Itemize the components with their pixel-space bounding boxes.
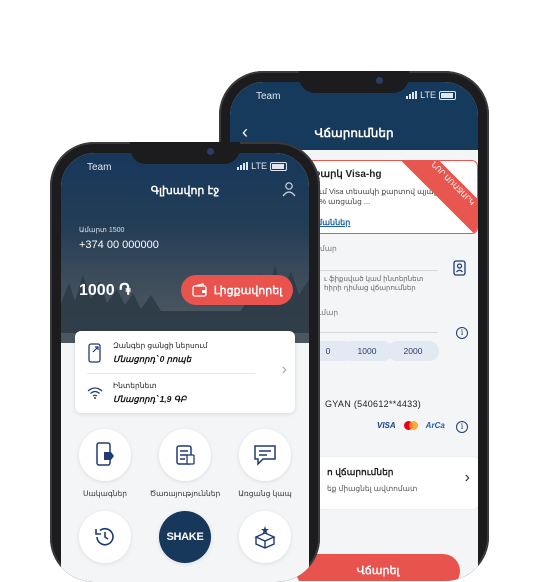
gift-box-icon <box>254 526 276 549</box>
carrier-name: Team <box>87 162 112 173</box>
phone-field-note: ւ ֆիքսված կամ ինտերնետ հիրի դիմաց վճարու… <box>324 276 424 292</box>
tile-label: Ծառայություններ <box>149 489 221 498</box>
internet-usage: Ինտերնետ Մնացորդ՝ 1,9 ԳԲ <box>87 381 186 405</box>
online-chat-tile[interactable] <box>239 429 291 481</box>
balance: 1000 ֏ <box>79 282 131 299</box>
user-profile-icon[interactable] <box>281 181 297 197</box>
shake-tile[interactable]: SHAKE <box>159 511 211 563</box>
info-icon[interactable]: i <box>456 327 468 339</box>
usage-label: Ինտերնետ <box>113 381 157 390</box>
usage-value: Մնացորդ՝ 1,9 ԳԲ <box>113 394 187 404</box>
battery-icon <box>439 90 456 100</box>
offer-title: ւշարկ Visa-hg <box>311 169 382 180</box>
phone-calls-icon <box>88 343 101 363</box>
phone-number: +374 00 000000 <box>79 239 159 251</box>
usage-value: Մնացորդ՝ 0 րոպե <box>113 354 192 364</box>
amount-field[interactable] <box>316 332 438 333</box>
phone-notch <box>299 71 409 93</box>
calls-usage: Զանգեր ցանցի ներսում Մնացորդ՝ 0 րոպե <box>87 341 208 365</box>
arca-logo: ArCa <box>425 421 445 430</box>
battery-icon <box>270 161 287 171</box>
tile-label: Սակագներ <box>82 489 128 498</box>
front-screen: Team LTE Գլխավոր էջ Ամարտ 1500 +374 00 0… <box>61 153 309 582</box>
tariffs-tile[interactable] <box>79 429 131 481</box>
phone-field[interactable] <box>316 270 438 271</box>
auto-payments-card[interactable]: ո վճարումներ եք միացնել ավտոմատ › <box>316 456 478 510</box>
amount-chip[interactable]: 2000 <box>387 341 439 361</box>
history-tile[interactable] <box>79 511 131 563</box>
services-icon <box>176 445 195 465</box>
network-type: LTE <box>420 90 436 100</box>
chevron-right-icon: › <box>281 361 287 378</box>
usage-card[interactable]: Զանգեր ցանցի ներսում Մնացորդ՝ 0 րոպե Ինտ… <box>75 331 295 413</box>
card-account[interactable]: GYAN (540612**4433) <box>325 399 421 409</box>
divider <box>87 373 255 374</box>
wifi-icon <box>87 387 103 399</box>
carrier-name: Team <box>256 91 281 102</box>
offer-terms-link[interactable]: յմաններ <box>315 218 350 227</box>
topup-label: Լիցքավորել <box>213 284 283 297</box>
amount-field-label: ւմար <box>318 308 339 317</box>
info-icon[interactable]: i <box>456 421 468 433</box>
history-icon <box>95 527 114 546</box>
offer-description: ւում Visa տեսակի քարտով պյալ 15% առցանց … <box>311 187 436 206</box>
phone-tag-icon <box>96 442 114 466</box>
signal-icon <box>237 162 249 170</box>
topup-button[interactable]: Լիցքավորել <box>181 275 293 305</box>
contacts-icon[interactable] <box>453 260 467 281</box>
chat-icon <box>254 445 276 466</box>
shake-logo: SHAKE <box>166 531 204 543</box>
front-phone: Team LTE Գլխավոր էջ Ամարտ 1500 +374 00 0… <box>50 142 320 582</box>
payment-logos: VISA ArCa <box>377 421 445 430</box>
auto-payments-title: ո վճարումներ <box>327 467 394 477</box>
wallet-icon <box>192 283 207 297</box>
amount-chip[interactable]: 1000 <box>341 341 393 361</box>
gifts-tile[interactable] <box>239 511 291 563</box>
tile-label: Առցանց կապ <box>238 489 292 498</box>
services-tile[interactable] <box>159 429 211 481</box>
mastercard-logo <box>403 421 418 430</box>
visa-logo: VISA <box>377 421 396 430</box>
phone-notch <box>130 142 240 164</box>
chevron-right-icon: › <box>464 469 470 486</box>
usage-label: Զանգեր ցանցի ներսում <box>113 341 208 350</box>
signal-icon <box>406 91 418 99</box>
network-type: LTE <box>251 161 267 171</box>
auto-payments-description: եք միացնել ավտոմատ <box>327 484 418 493</box>
phone-field-label: մար <box>320 244 337 253</box>
page-title: Վճարումներ <box>314 126 394 140</box>
tariff-plan: Ամարտ 1500 <box>79 227 125 234</box>
pay-button[interactable]: Վճարել <box>296 554 460 581</box>
page-title: Գլխավոր էջ <box>150 185 220 197</box>
